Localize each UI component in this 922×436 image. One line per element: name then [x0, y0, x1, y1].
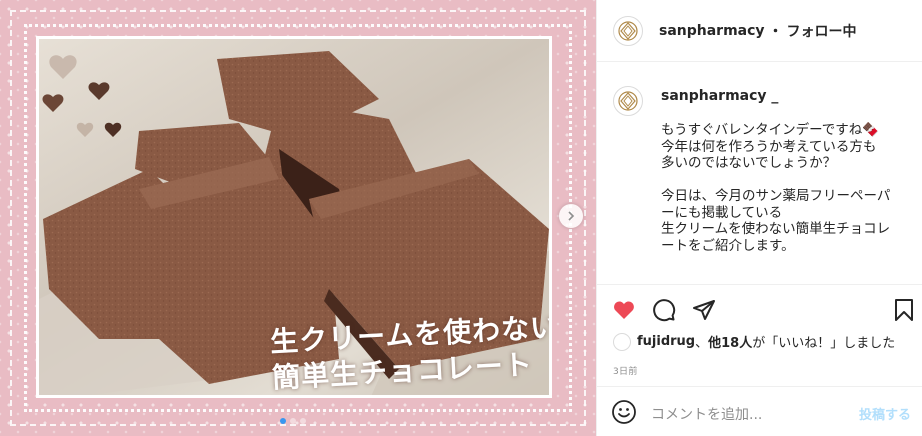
- image-caption: 生クリームを使わない！ 簡単生チョコレート: [269, 309, 549, 395]
- post-side-panel: sanpharmacy ・ フォロー中 sanpharmacy _ もうすぐバレ…: [596, 0, 922, 436]
- likes-summary: fujidrug 、 他18人 が「いいね！」しました: [613, 332, 895, 351]
- comment-button[interactable]: [651, 297, 677, 323]
- follow-status-button[interactable]: フォロー中: [787, 21, 857, 41]
- add-comment-bar: コメントを追加... 投稿する: [597, 386, 922, 436]
- carousel-next-button[interactable]: [559, 204, 583, 228]
- save-button[interactable]: [891, 297, 917, 323]
- likes-suffix: が「いいね！」しました: [752, 336, 896, 351]
- post-comment-button[interactable]: 投稿する: [859, 404, 911, 423]
- chocolate-photo: 生クリームを使わない！ 簡単生チョコレート: [36, 36, 552, 398]
- comment-username[interactable]: sanpharmacy _: [661, 88, 778, 104]
- carousel-dot: [300, 418, 306, 424]
- post-image-pane: 生クリームを使わない！ 簡単生チョコレート: [0, 0, 596, 436]
- action-bar: [597, 284, 922, 335]
- emoji-icon[interactable]: [611, 399, 637, 425]
- sanpharmacy-logo-icon: [618, 20, 638, 41]
- comment-body: もうすぐバレンタインデーですね🍫 今年は何を作ろうか考えている方も 多いのではな…: [661, 122, 891, 254]
- chevron-right-icon: [568, 211, 575, 221]
- avatar[interactable]: [613, 15, 643, 46]
- likes-others-link[interactable]: 他18人: [708, 332, 752, 351]
- header-username[interactable]: sanpharmacy: [659, 23, 765, 39]
- carousel-dot: [290, 418, 296, 424]
- heart-icon: [614, 301, 634, 319]
- avatar[interactable]: [613, 86, 643, 116]
- bookmark-icon: [895, 299, 913, 321]
- instagram-post: 生クリームを使わない！ 簡単生チョコレート sanpharmacy ・ フォロー…: [0, 0, 922, 436]
- like-button[interactable]: [611, 297, 637, 323]
- carousel-dot: [280, 418, 286, 424]
- post-timestamp[interactable]: 3日前: [613, 364, 638, 377]
- liker-username[interactable]: fujidrug: [637, 334, 695, 349]
- heart-deco-1: [49, 55, 77, 79]
- share-icon: [693, 300, 715, 320]
- comment-icon: [653, 299, 676, 322]
- header-separator: ・: [768, 23, 783, 40]
- heart-deco-5: [104, 122, 122, 137]
- comment-input[interactable]: コメントを追加...: [651, 404, 762, 424]
- post-header: sanpharmacy ・ フォロー中: [597, 0, 922, 62]
- sanpharmacy-logo-icon: [618, 91, 638, 111]
- carousel-indicator: [280, 418, 306, 424]
- heart-deco-3: [42, 94, 64, 112]
- share-button[interactable]: [691, 297, 717, 323]
- likes-separator: 、: [695, 336, 709, 351]
- heart-deco-4: [76, 122, 94, 137]
- liker-avatar[interactable]: [613, 332, 631, 351]
- heart-deco-2: [88, 82, 110, 100]
